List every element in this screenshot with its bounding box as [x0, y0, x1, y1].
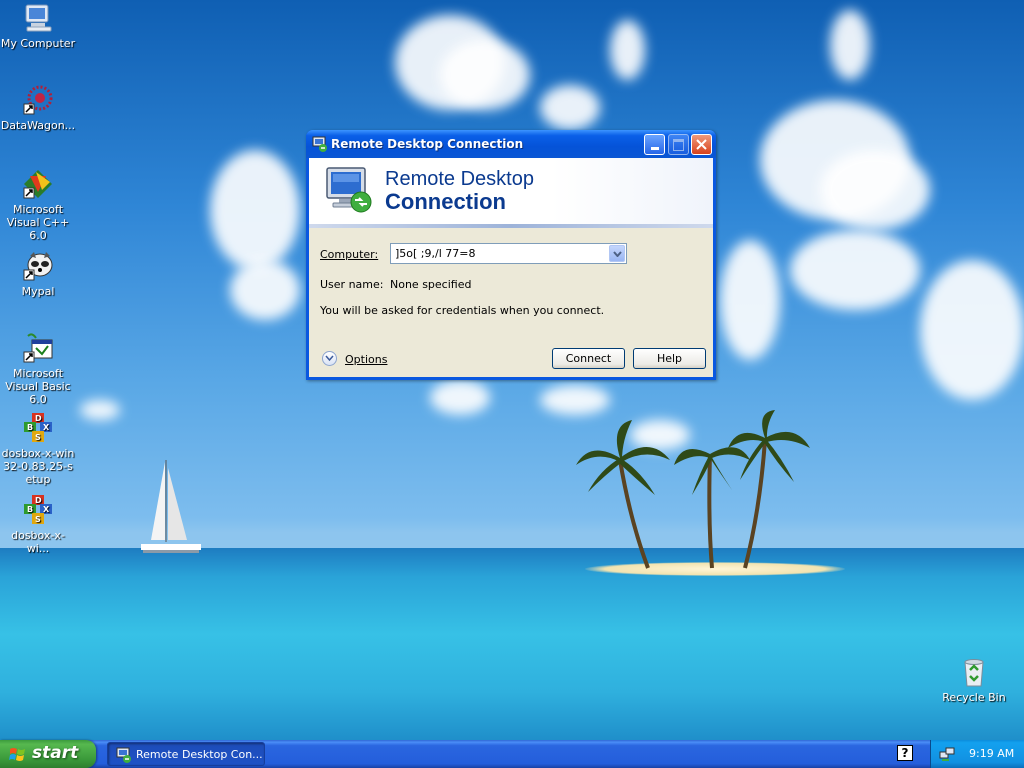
svg-text:D: D [35, 414, 42, 423]
datawagon-icon [22, 84, 54, 116]
options-link[interactable]: Options [345, 353, 387, 366]
desktop-icon-label: Microsoft Visual Basic 6.0 [5, 367, 71, 406]
remote-desktop-icon [116, 747, 131, 763]
options-expand-button[interactable] [322, 351, 337, 366]
taskbar-item-remote-desktop[interactable]: Remote Desktop Con... [107, 742, 265, 766]
sea [0, 548, 1024, 740]
remote-desktop-dialog: Remote Desktop Connection Remote Desktop… [306, 130, 716, 380]
visual-basic-icon [22, 332, 54, 364]
desktop-icon-my-computer[interactable]: My Computer [0, 2, 76, 50]
username-label: User name: [320, 278, 384, 291]
desktop-icon-label: Mypal [21, 285, 55, 298]
svg-text:S: S [35, 515, 41, 524]
svg-text:X: X [43, 423, 50, 432]
remote-desktop-icon [312, 136, 327, 152]
start-label: start [32, 743, 79, 763]
banner-divider [309, 224, 713, 228]
desktop-icon-label: dosbox-x-wi... [11, 529, 65, 555]
desktop-icon-visual-cpp[interactable]: Microsoft Visual C++ 6.0 [0, 168, 76, 242]
svg-text:B: B [27, 505, 33, 514]
help-button[interactable]: Help [633, 348, 706, 369]
credentials-info-text: You will be asked for credentials when y… [320, 304, 605, 317]
dialog-title: Remote Desktop Connection [331, 137, 524, 151]
close-button[interactable] [691, 134, 712, 155]
recycle-bin-icon [958, 656, 990, 688]
remote-desktop-monitor-icon [326, 167, 372, 213]
computer-label: Computer: [320, 248, 379, 261]
svg-text:B: B [27, 423, 33, 432]
maximize-button[interactable] [668, 134, 689, 155]
clock[interactable]: 9:19 AM [969, 747, 1014, 760]
computer-dropdown-button[interactable] [609, 245, 625, 262]
desktop-icon-label: DataWagon... [0, 119, 76, 132]
sailboat [141, 460, 201, 553]
svg-text:X: X [43, 505, 50, 514]
minimize-button[interactable] [644, 134, 665, 155]
windows-logo-icon [9, 748, 25, 761]
help-icon[interactable]: ? [897, 745, 913, 761]
desktop-icon-dosbox[interactable]: DB XS dosbox-x-wi... [0, 494, 76, 555]
minimize-icon [650, 147, 659, 150]
computer-combobox[interactable]: ]5o[ ;9,/l 77=8 [390, 243, 627, 264]
start-button[interactable]: start [0, 740, 96, 768]
taskbar: start Remote Desktop Con... ? 9:19 AM [0, 740, 1024, 768]
dosbox-icon: DB XS [22, 494, 54, 526]
chevron-down-icon [325, 355, 334, 362]
desktop-icon-visual-basic[interactable]: Microsoft Visual Basic 6.0 [0, 332, 76, 406]
desktop-icon-label: My Computer [0, 37, 76, 50]
palm-trees [576, 410, 810, 569]
desktop-icon-label: Recycle Bin [942, 691, 1006, 704]
dialog-body: Remote Desktop Connection Computer: ]5o[… [309, 158, 713, 377]
chevron-down-icon [613, 251, 622, 257]
desktop-icon-label: dosbox-x-win32-0.83.25-setup [1, 447, 75, 486]
dialog-titlebar[interactable]: Remote Desktop Connection [306, 130, 716, 158]
dosbox-setup-icon: DB XS [22, 412, 54, 444]
my-computer-icon [22, 2, 54, 34]
mypal-icon [22, 250, 54, 282]
banner-title-line1: Remote Desktop [385, 168, 534, 190]
username-value: None specified [390, 278, 472, 291]
desktop-icon-mypal[interactable]: Mypal [0, 250, 76, 298]
close-icon [696, 139, 707, 150]
desktop-icon-datawagon[interactable]: DataWagon... [0, 84, 76, 132]
dialog-banner: Remote Desktop Connection [309, 158, 713, 224]
banner-title-line2: Connection [385, 189, 506, 214]
maximize-icon [673, 139, 684, 151]
svg-text:D: D [35, 496, 42, 505]
taskbar-item-label: Remote Desktop Con... [136, 748, 263, 761]
system-tray: 9:19 AM [930, 740, 1024, 768]
visual-cpp-icon [22, 168, 54, 200]
computer-value: ]5o[ ;9,/l 77=8 [395, 247, 476, 260]
desktop-icon-label: Microsoft Visual C++ 6.0 [6, 203, 70, 242]
desktop-icon-recycle-bin[interactable]: Recycle Bin [936, 656, 1012, 704]
desktop-icon-dosbox-setup[interactable]: DB XS dosbox-x-win32-0.83.25-setup [0, 412, 76, 486]
svg-text:S: S [35, 433, 41, 442]
connect-button[interactable]: Connect [552, 348, 625, 369]
network-icon[interactable] [939, 746, 955, 762]
